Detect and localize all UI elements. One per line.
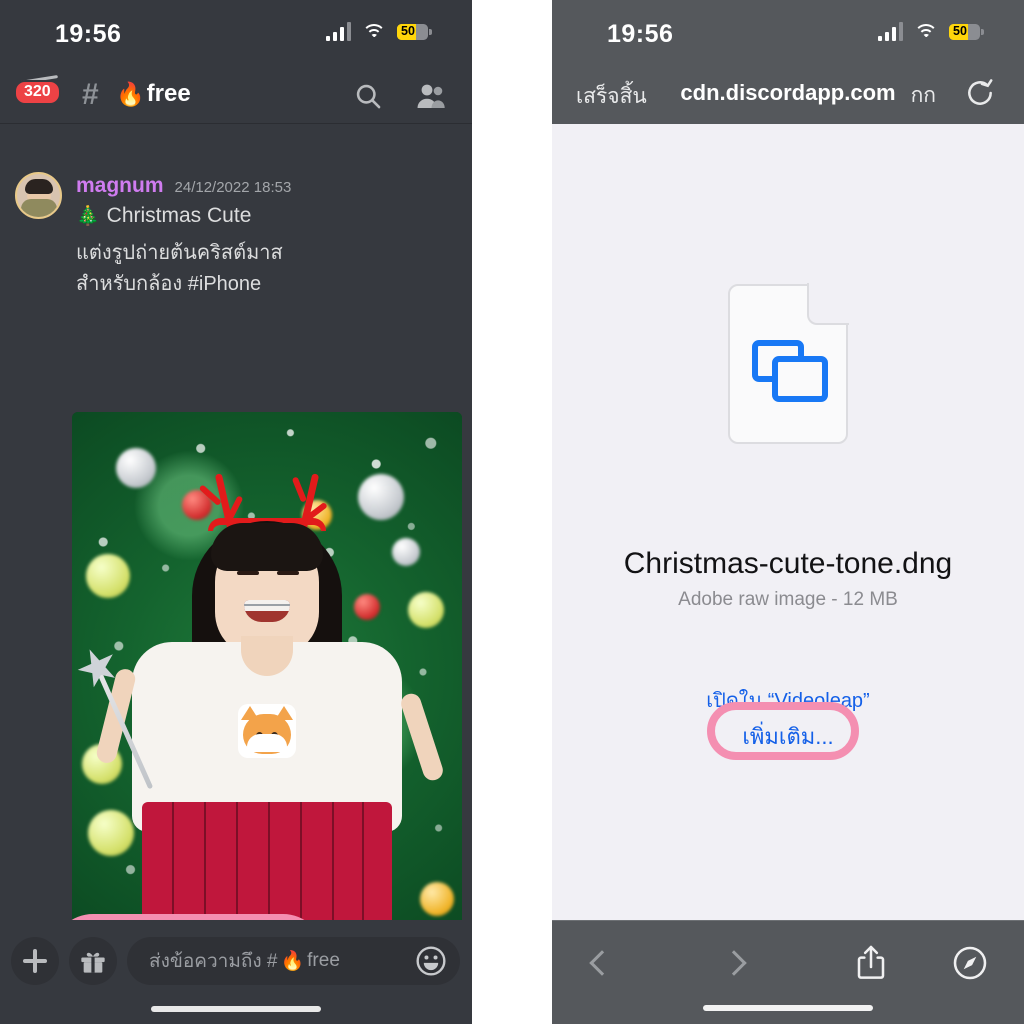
channel-hash: # xyxy=(82,78,99,111)
wifi-icon xyxy=(914,23,938,41)
status-indicators: 50 xyxy=(325,22,432,41)
share-icon xyxy=(857,945,885,979)
chevron-left-icon xyxy=(589,950,615,976)
christmas-tree-emoji-icon: 🎄 xyxy=(76,206,100,227)
status-time: 19:56 xyxy=(607,20,674,48)
gift-button[interactable] xyxy=(69,937,117,985)
fire-emoji-icon: 🔥 xyxy=(116,80,145,107)
avatar[interactable] xyxy=(15,172,62,219)
search-icon[interactable] xyxy=(354,82,382,115)
left-status-bar: 19:56 50 xyxy=(0,0,472,62)
message-timestamp: 24/12/2022 18:53 xyxy=(174,179,292,196)
bookmarks-button[interactable] xyxy=(938,939,1002,987)
reload-icon[interactable] xyxy=(964,76,996,115)
message-input[interactable]: ส่งข้อความถึง # 🔥 free xyxy=(127,937,460,985)
safari-toolbar xyxy=(552,920,1024,1024)
message-header: magnum 24/12/2022 18:53 xyxy=(76,174,291,198)
add-attachment-button[interactable] xyxy=(11,937,59,985)
message-line-3: สำหรับกล้อง #iPhone xyxy=(76,273,262,295)
chevron-right-icon xyxy=(721,950,747,976)
url-label[interactable]: cdn.discordapp.com xyxy=(552,80,1024,106)
placeholder-fire-icon: 🔥 xyxy=(280,951,305,972)
safari-compass-icon xyxy=(953,946,987,980)
cellular-bars-icon xyxy=(325,22,351,41)
members-icon[interactable] xyxy=(416,82,446,115)
text-size-button[interactable]: กก xyxy=(911,79,936,112)
right-status-bar: 19:56 50 xyxy=(552,0,1024,62)
preview-file-meta: Adobe raw image - 12 MB xyxy=(678,589,898,610)
message-line-1: 🎄 Christmas Cute xyxy=(76,204,251,228)
message-line-1-text: Christmas Cute xyxy=(106,204,252,227)
home-indicator xyxy=(151,1006,321,1012)
discord-message-input-bar: ส่งข้อความถึง # 🔥 free xyxy=(0,920,472,1024)
safari-nav-bar: เสร็จสิ้น cdn.discordapp.com กก xyxy=(552,74,1024,116)
home-indicator xyxy=(703,1005,873,1011)
right-phone-safari: 19:56 50 เสร็จสิ้น cdn.discordapp.com กก xyxy=(552,0,1024,1024)
battery-percent: 50 xyxy=(401,23,415,38)
discord-channel-header: 320 # 🔥 free xyxy=(0,62,472,124)
unread-badge: 320 xyxy=(14,80,61,105)
plus-icon xyxy=(23,949,47,973)
screenshot-canvas: 19:56 50 320 # 🔥 free magnum 24/12/2022 … xyxy=(0,0,1024,1024)
preview-file-name: Christmas-cute-tone.dng xyxy=(623,547,953,580)
status-time: 19:56 xyxy=(55,20,122,48)
discord-message-list: magnum 24/12/2022 18:53 🎄 Christmas Cute… xyxy=(0,124,472,920)
document-preview-icon xyxy=(728,283,849,444)
placeholder-channel: free xyxy=(307,950,340,971)
message-username[interactable]: magnum xyxy=(76,174,164,198)
more-button[interactable]: เพิ่มเติม... xyxy=(552,719,1024,754)
placeholder-prefix: ส่งข้อความถึง # xyxy=(149,951,278,972)
status-indicators: 50 xyxy=(877,22,984,41)
battery-icon: 50 xyxy=(949,23,984,40)
person-in-photo xyxy=(72,454,462,920)
message-input-placeholder: ส่งข้อความถึง # 🔥 free xyxy=(149,946,340,976)
message-photo-attachment[interactable] xyxy=(72,412,462,920)
channel-name[interactable]: 🔥 free xyxy=(116,80,191,108)
left-phone-discord: 19:56 50 320 # 🔥 free magnum 24/12/2022 … xyxy=(0,0,472,1024)
channel-name-label: free xyxy=(146,80,191,107)
back-button[interactable] xyxy=(570,939,634,987)
share-button[interactable] xyxy=(839,939,903,987)
wifi-icon xyxy=(362,23,386,41)
forward-button[interactable] xyxy=(702,939,766,987)
safari-content: Christmas-cute-tone.dng Adobe raw image … xyxy=(552,124,1024,920)
battery-icon: 50 xyxy=(397,23,432,40)
cellular-bars-icon xyxy=(877,22,903,41)
message-line-2: แต่งรูปถ่ายต้นคริสต์มาส xyxy=(76,242,283,264)
safari-header: 19:56 50 เสร็จสิ้น cdn.discordapp.com กก xyxy=(552,0,1024,124)
emoji-smiley-icon[interactable] xyxy=(415,945,447,977)
open-in-videoleap-link[interactable]: เปิดใน “Videoleap” xyxy=(552,684,1024,716)
gift-icon xyxy=(81,952,105,973)
battery-percent: 50 xyxy=(953,23,967,38)
